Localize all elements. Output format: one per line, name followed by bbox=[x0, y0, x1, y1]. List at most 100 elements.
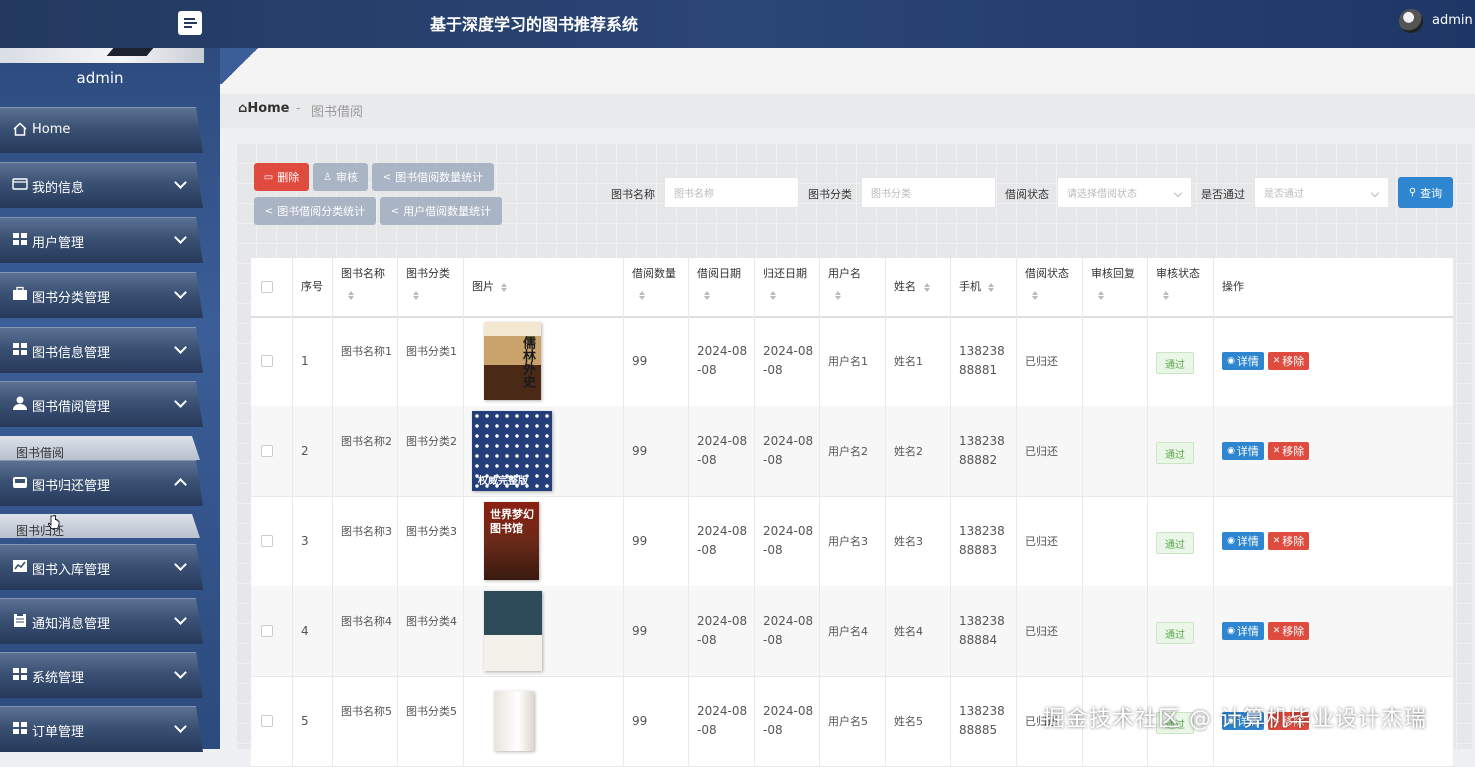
sort-desc-icon[interactable] bbox=[501, 288, 507, 292]
sort-asc-icon[interactable] bbox=[988, 283, 994, 287]
sort-asc-icon[interactable] bbox=[1163, 291, 1169, 295]
sidebar-item-label: 系统管理 bbox=[32, 671, 85, 686]
borrow-count-stat-button[interactable]: < 图书借阅数量统计 bbox=[372, 163, 494, 191]
book-name-input[interactable]: 图书名称 bbox=[664, 177, 799, 208]
sort-desc-icon[interactable] bbox=[348, 296, 354, 300]
sort-desc-icon[interactable] bbox=[988, 288, 994, 292]
sidebar-item-8[interactable]: 通知消息管理 bbox=[0, 598, 203, 644]
sidebar-item-label: 通知消息管理 bbox=[32, 617, 111, 632]
table-cell-img: 儒林外史 bbox=[464, 316, 624, 406]
table-cell-text: 已归还 bbox=[1025, 625, 1058, 638]
user-avatar[interactable] bbox=[1399, 9, 1423, 33]
table-row: 3 图书名称3 图书分类3 世界梦幻图书馆 99 2024-08-08 2024-08-08… bbox=[251, 496, 1454, 587]
row-checkbox[interactable] bbox=[261, 625, 273, 637]
pass-status-select[interactable]: 是否通过 bbox=[1254, 177, 1389, 208]
borrow-count-stat-label: 图书借阅数量统计 bbox=[395, 171, 484, 184]
remove-button[interactable]: ✕ 移除 bbox=[1268, 622, 1309, 640]
header-username[interactable]: admin bbox=[1432, 13, 1473, 28]
sort-desc-icon[interactable] bbox=[639, 296, 645, 300]
sort-asc-icon[interactable] bbox=[835, 291, 841, 295]
table-cell-text: 2024-08-08 bbox=[697, 524, 748, 557]
sidebar-item-0[interactable]: Home bbox=[0, 107, 203, 153]
table-cell-return-date: 2024-08-08 bbox=[755, 586, 820, 676]
table-cell-no: 1 bbox=[293, 316, 333, 406]
table-cell-text: 2024-08-08 bbox=[697, 434, 748, 467]
book-name-placeholder: 图书名称 bbox=[674, 189, 714, 200]
sort-desc-icon[interactable] bbox=[770, 296, 776, 300]
sort-asc-icon[interactable] bbox=[1032, 291, 1038, 295]
user-borrow-stat-button[interactable]: < 用户借阅数量统计 bbox=[380, 197, 502, 225]
table-cell-text: 图书分类2 bbox=[406, 435, 457, 448]
sidebar-item-10[interactable]: 订单管理 bbox=[0, 706, 203, 752]
table-header-cell: 图片 bbox=[464, 258, 624, 316]
table-cell-audit: 通过 bbox=[1148, 586, 1214, 676]
chevron-down-icon bbox=[174, 666, 187, 679]
sidebar-item-6[interactable]: 图书归还管理 bbox=[0, 460, 203, 506]
row-checkbox[interactable] bbox=[261, 355, 273, 367]
sort-desc-icon[interactable] bbox=[1032, 296, 1038, 300]
table-cell-op: ◉ 详情 ✕ 移除 bbox=[1214, 316, 1454, 406]
sidebar-sub-item-borrow[interactable]: 图书借阅 bbox=[0, 436, 200, 460]
row-checkbox[interactable] bbox=[261, 535, 273, 547]
table-cell-text: 13823888883 bbox=[959, 524, 1005, 557]
table-cell-audit: 通过 bbox=[1148, 316, 1214, 406]
sort-asc-icon[interactable] bbox=[704, 291, 710, 295]
sort-asc-icon[interactable] bbox=[348, 291, 354, 295]
table-header-cell: 借阅数量 bbox=[624, 258, 689, 316]
delete-button[interactable]: ▭ 删除 bbox=[254, 163, 309, 191]
sort-desc-icon[interactable] bbox=[835, 296, 841, 300]
sort-asc-icon[interactable] bbox=[1098, 291, 1104, 295]
category-input[interactable]: 图书分类 bbox=[861, 177, 996, 208]
sort-desc-icon[interactable] bbox=[704, 296, 710, 300]
clipboard-icon bbox=[12, 612, 28, 628]
breadcrumb-home-label: Home bbox=[247, 101, 290, 116]
table-cell-count: 99 bbox=[624, 316, 689, 406]
detail-button[interactable]: ◉ 详情 bbox=[1222, 442, 1264, 460]
sidebar-item-5[interactable]: 图书借阅管理 bbox=[0, 381, 203, 427]
table-cell-text: 99 bbox=[632, 444, 648, 458]
sort-desc-icon[interactable] bbox=[413, 296, 419, 300]
sort-asc-icon[interactable] bbox=[501, 283, 507, 287]
grid-icon bbox=[12, 720, 28, 736]
detail-button-label: 详情 bbox=[1236, 355, 1259, 368]
sidebar-sub-item-return[interactable]: 图书归还 bbox=[0, 514, 200, 538]
table-header-cell: 审核回复 bbox=[1083, 258, 1148, 316]
query-button[interactable]: ⚲ 查询 bbox=[1398, 177, 1453, 208]
sidebar-item-9[interactable]: 系统管理 bbox=[0, 652, 203, 698]
sort-asc-icon[interactable] bbox=[639, 291, 645, 295]
remove-button[interactable]: ✕ 移除 bbox=[1268, 532, 1309, 550]
detail-button[interactable]: ◉ 详情 bbox=[1222, 352, 1264, 370]
sort-asc-icon[interactable] bbox=[413, 291, 419, 295]
audit-button[interactable]: ♙ 审核 bbox=[313, 163, 368, 191]
sort-desc-icon[interactable] bbox=[924, 288, 930, 292]
select-all-checkbox[interactable] bbox=[261, 281, 273, 293]
remove-button[interactable]: ✕ 移除 bbox=[1268, 442, 1309, 460]
sidebar-item-4[interactable]: 图书信息管理 bbox=[0, 327, 203, 373]
table-header-cell: 归还日期 bbox=[755, 258, 820, 316]
share-icon: < bbox=[264, 205, 274, 217]
sidebar-item-7[interactable]: 图书入库管理 bbox=[0, 544, 203, 590]
category-stat-button[interactable]: < 图书借阅分类统计 bbox=[254, 197, 376, 225]
row-checkbox[interactable] bbox=[261, 715, 273, 727]
detail-button-label: 详情 bbox=[1236, 625, 1259, 638]
sidebar-item-2[interactable]: 用户管理 bbox=[0, 217, 203, 263]
row-checkbox[interactable] bbox=[261, 445, 273, 457]
remove-button[interactable]: ✕ 移除 bbox=[1268, 352, 1309, 370]
search-icon: ⚲ bbox=[1408, 187, 1417, 198]
sidebar-item-1[interactable]: 我的信息 bbox=[0, 162, 203, 208]
menu-toggle-icon[interactable] bbox=[178, 11, 202, 35]
table-cell-chk bbox=[251, 406, 293, 496]
sort-desc-icon[interactable] bbox=[1163, 296, 1169, 300]
sidebar-item-3[interactable]: 图书分类管理 bbox=[0, 272, 203, 318]
breadcrumb-home[interactable]: ⌂Home bbox=[238, 101, 290, 116]
sort-asc-icon[interactable] bbox=[770, 291, 776, 295]
sort-desc-icon[interactable] bbox=[1098, 296, 1104, 300]
sort-asc-icon[interactable] bbox=[924, 283, 930, 287]
table-cell-op: ◉ 详情 ✕ 移除 bbox=[1214, 586, 1454, 676]
borrow-status-select[interactable]: 请选择借阅状态 bbox=[1057, 177, 1192, 208]
detail-button[interactable]: ◉ 详情 bbox=[1222, 532, 1264, 550]
sidebar-item-label: 订单管理 bbox=[32, 725, 85, 740]
detail-button[interactable]: ◉ 详情 bbox=[1222, 622, 1264, 640]
table-cell-text: 姓名3 bbox=[894, 535, 923, 548]
table-cell-op: ◉ 详情 ✕ 移除 bbox=[1214, 496, 1454, 586]
